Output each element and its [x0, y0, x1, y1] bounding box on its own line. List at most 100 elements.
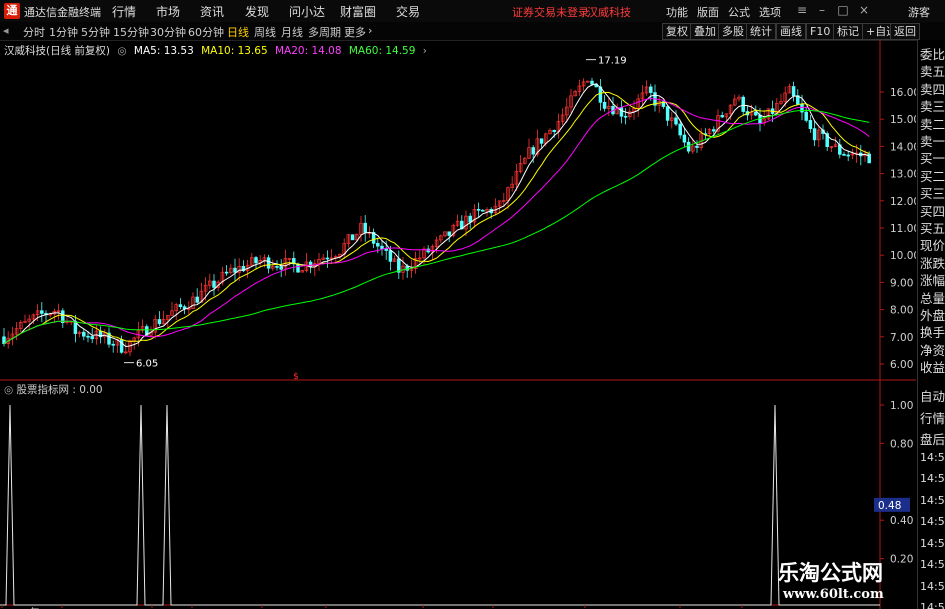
tab-weekly[interactable]: 周线 [254, 24, 276, 40]
tab-1min[interactable]: 1分钟 [49, 24, 78, 40]
candle-body [82, 331, 86, 337]
mark-button[interactable]: 标记 [833, 23, 863, 40]
menu-function[interactable]: 功能 [666, 4, 688, 20]
indicator-toggle-icon[interactable]: ◎ [4, 384, 13, 396]
toolbar-arrow-icon[interactable]: ◂ [3, 24, 9, 37]
candle-body [649, 86, 653, 93]
adjust-button[interactable]: 复权 [662, 23, 692, 40]
menu-formula[interactable]: 公式 [728, 4, 750, 20]
tab-multi-period[interactable]: 多周期 [308, 24, 341, 40]
candle-body [157, 319, 162, 325]
candle-body [86, 335, 90, 338]
overlay-button[interactable]: 叠加 [690, 23, 720, 40]
maximize-icon[interactable]: □ [836, 2, 850, 18]
candle-body [842, 153, 846, 156]
tab-daily[interactable]: 日线 [227, 24, 249, 40]
price-axis-label: 15.00 [890, 114, 916, 126]
tab-timeshare[interactable]: 分时 [23, 24, 45, 40]
candle-body [380, 245, 384, 250]
ma-legend: 汉威科技(日线 前复权) ◎ MA5: 13.53 MA10: 13.65 MA… [4, 43, 431, 58]
ma20-line [3, 97, 870, 345]
multi-stock-button[interactable]: 多股 [718, 23, 748, 40]
candle-body [712, 129, 716, 132]
close-icon[interactable]: × [857, 2, 871, 18]
menu-wealth[interactable]: 财富圈 [340, 3, 376, 20]
indicator-line [0, 404, 880, 606]
minimize-icon[interactable]: – [815, 2, 829, 18]
candle-body [808, 120, 813, 129]
menu-ask[interactable]: 问小达 [289, 3, 325, 20]
chart-title: 汉威科技(日线 前复权) [4, 45, 111, 57]
candle-body [602, 101, 607, 109]
tab-60min[interactable]: 60分钟 [188, 24, 224, 40]
candle-body [695, 145, 699, 148]
trade-time: 14:50 [920, 558, 945, 571]
candle-body [812, 128, 817, 141]
more-chevron-icon[interactable]: › [368, 24, 372, 37]
login-notice[interactable]: 证券交易未登录 [512, 4, 589, 20]
legend-toggle-icon[interactable]: ◎ [117, 45, 126, 57]
candle-body [476, 208, 481, 211]
tab-5min[interactable]: 5分钟 [81, 24, 110, 40]
draw-line-button[interactable]: 画线 [776, 23, 806, 40]
tab-more[interactable]: 更多 [344, 24, 366, 40]
candle-body [531, 147, 535, 155]
side-quote-label: 卖四 [920, 81, 945, 97]
tab-15min[interactable]: 15分钟 [113, 24, 149, 40]
tab-30min[interactable]: 30分钟 [150, 24, 186, 40]
price-axis-label: 11.00 [890, 223, 916, 235]
price-axis-label: 6.00 [890, 359, 913, 371]
candlestick-chart[interactable]: 16.00 15.00 14.00 13.00 12.00 11.00 10.00 9.00 8… [0, 40, 916, 609]
candle-body [447, 231, 451, 236]
menu-market[interactable]: 市场 [156, 3, 180, 20]
candle-body [682, 134, 687, 143]
price-axis-label: 9.00 [890, 277, 913, 289]
price-axis-label: 10.00 [890, 250, 916, 262]
menu-discover[interactable]: 发现 [245, 3, 269, 20]
candle-body [296, 263, 300, 273]
side-quote-label: 卖五 [920, 64, 945, 80]
guest-login[interactable]: 游客 [908, 4, 930, 20]
price-axis-label: 14.00 [890, 141, 916, 153]
candle-body [90, 336, 94, 340]
menu-icon[interactable]: ≡ [795, 2, 809, 18]
candle-body [275, 266, 279, 268]
candle-body [619, 107, 624, 117]
price-axis-label: 13.00 [890, 169, 916, 181]
tab-monthly[interactable]: 月线 [281, 24, 303, 40]
price-axis-label: 16.00 [890, 87, 916, 99]
indicator-axis-label: 1.00 [890, 400, 913, 412]
side-quote-label: 涨跌 [920, 255, 945, 271]
candle-body [539, 138, 544, 144]
candle-body [350, 234, 355, 241]
menu-trade[interactable]: 交易 [396, 3, 420, 20]
candle-body [720, 115, 724, 118]
indicator-axis-label: 0.20 [890, 554, 913, 566]
trade-time: 14:50 [920, 515, 945, 528]
menu-news[interactable]: 资讯 [200, 3, 224, 20]
candle-body [325, 257, 330, 260]
menu-options[interactable]: 选项 [759, 4, 781, 20]
indicator-current-value: 0.48 [878, 500, 901, 512]
candle-body [376, 243, 380, 247]
candle-body [119, 339, 124, 353]
event-marker-icon: $ [293, 372, 299, 382]
f10-button[interactable]: F10 [806, 23, 835, 40]
trade-time: 14:50 [920, 536, 945, 550]
app-title: 通达信金融终端 [24, 6, 101, 19]
side-quote-label: 买四 [920, 203, 945, 219]
side-quote-label: 净资 [920, 342, 945, 358]
statistics-button[interactable]: 统计 [746, 23, 776, 40]
menu-layout[interactable]: 版面 [697, 4, 719, 20]
candle-body [846, 154, 850, 157]
legend-arrow-icon[interactable]: › [423, 45, 427, 57]
back-button[interactable]: 返回 [890, 23, 920, 40]
candle-body [590, 80, 594, 85]
side-quote-label: 卖一 [920, 134, 945, 149]
watermark-title: 乐淘公式网 [778, 560, 883, 585]
side-quote-label: 委比 [920, 47, 945, 62]
side-quote-label: 现价 [920, 238, 945, 254]
menu-market-quote[interactable]: 行情 [112, 3, 136, 20]
side-quote-label: 买五 [920, 221, 945, 236]
candle-body [674, 117, 678, 125]
